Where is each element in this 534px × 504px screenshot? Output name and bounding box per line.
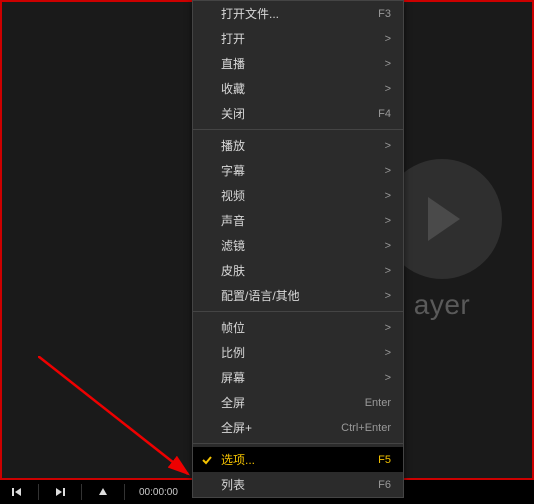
submenu-chevron-icon: > — [385, 265, 391, 277]
submenu-chevron-icon: > — [385, 215, 391, 227]
menu-shortcut: F4 — [378, 108, 391, 120]
menu-separator — [193, 443, 403, 444]
menu-item-label: 关闭 — [221, 105, 378, 122]
submenu-chevron-icon: > — [385, 322, 391, 334]
menu-item-label: 播放 — [221, 137, 385, 154]
submenu-chevron-icon: > — [385, 33, 391, 45]
menu-item-label: 直播 — [221, 55, 385, 72]
menu-item[interactable]: 关闭F4 — [193, 101, 403, 126]
menu-item-label: 全屏+ — [221, 419, 341, 436]
menu-shortcut: F6 — [378, 479, 391, 491]
prev-button[interactable] — [10, 485, 24, 499]
menu-item-label: 皮肤 — [221, 262, 385, 279]
menu-separator — [193, 311, 403, 312]
menu-item[interactable]: 滤镜> — [193, 233, 403, 258]
submenu-chevron-icon: > — [385, 347, 391, 359]
submenu-chevron-icon: > — [385, 140, 391, 152]
menu-item-label: 滤镜 — [221, 237, 385, 254]
menu-item-label: 列表 — [221, 476, 378, 493]
context-menu: 打开文件...F3打开>直播>收藏>关闭F4播放>字幕>视频>声音>滤镜>皮肤>… — [192, 0, 404, 498]
menu-item-label: 打开文件... — [221, 5, 378, 22]
menu-item[interactable]: 帧位> — [193, 315, 403, 340]
menu-item-label: 屏幕 — [221, 369, 385, 386]
submenu-chevron-icon: > — [385, 240, 391, 252]
menu-item[interactable]: 比例> — [193, 340, 403, 365]
submenu-chevron-icon: > — [385, 290, 391, 302]
menu-item[interactable]: 屏幕> — [193, 365, 403, 390]
menu-item-label: 声音 — [221, 212, 385, 229]
menu-item[interactable]: 字幕> — [193, 158, 403, 183]
time-display: 00:00:00 — [139, 487, 178, 498]
menu-item-label: 全屏 — [221, 394, 365, 411]
menu-shortcut: F5 — [378, 454, 391, 466]
check-icon — [201, 454, 213, 466]
menu-item[interactable]: 打开> — [193, 26, 403, 51]
menu-item[interactable]: 打开文件...F3 — [193, 1, 403, 26]
next-button[interactable] — [53, 485, 67, 499]
separator — [38, 484, 39, 500]
menu-item[interactable]: 配置/语言/其他> — [193, 283, 403, 308]
menu-item-label: 收藏 — [221, 80, 385, 97]
speed-button[interactable] — [96, 485, 110, 499]
menu-item[interactable]: 播放> — [193, 133, 403, 158]
menu-item[interactable]: 全屏Enter — [193, 390, 403, 415]
menu-shortcut: Ctrl+Enter — [341, 422, 391, 434]
menu-item[interactable]: 直播> — [193, 51, 403, 76]
menu-item[interactable]: 列表F6 — [193, 472, 403, 497]
submenu-chevron-icon: > — [385, 83, 391, 95]
submenu-chevron-icon: > — [385, 190, 391, 202]
menu-item-label: 打开 — [221, 30, 385, 47]
submenu-chevron-icon: > — [385, 58, 391, 70]
menu-shortcut: Enter — [365, 397, 391, 409]
menu-item[interactable]: 选项...F5 — [193, 447, 403, 472]
menu-item-label: 选项... — [221, 451, 378, 468]
menu-item-label: 比例 — [221, 344, 385, 361]
menu-item[interactable]: 皮肤> — [193, 258, 403, 283]
menu-item[interactable]: 声音> — [193, 208, 403, 233]
menu-item-label: 字幕 — [221, 162, 385, 179]
menu-item-label: 配置/语言/其他 — [221, 287, 385, 304]
menu-item[interactable]: 全屏+Ctrl+Enter — [193, 415, 403, 440]
submenu-chevron-icon: > — [385, 372, 391, 384]
menu-item[interactable]: 视频> — [193, 183, 403, 208]
menu-separator — [193, 129, 403, 130]
menu-item-label: 帧位 — [221, 319, 385, 336]
menu-item-label: 视频 — [221, 187, 385, 204]
menu-shortcut: F3 — [378, 8, 391, 20]
separator — [81, 484, 82, 500]
menu-item[interactable]: 收藏> — [193, 76, 403, 101]
submenu-chevron-icon: > — [385, 165, 391, 177]
separator — [124, 484, 125, 500]
